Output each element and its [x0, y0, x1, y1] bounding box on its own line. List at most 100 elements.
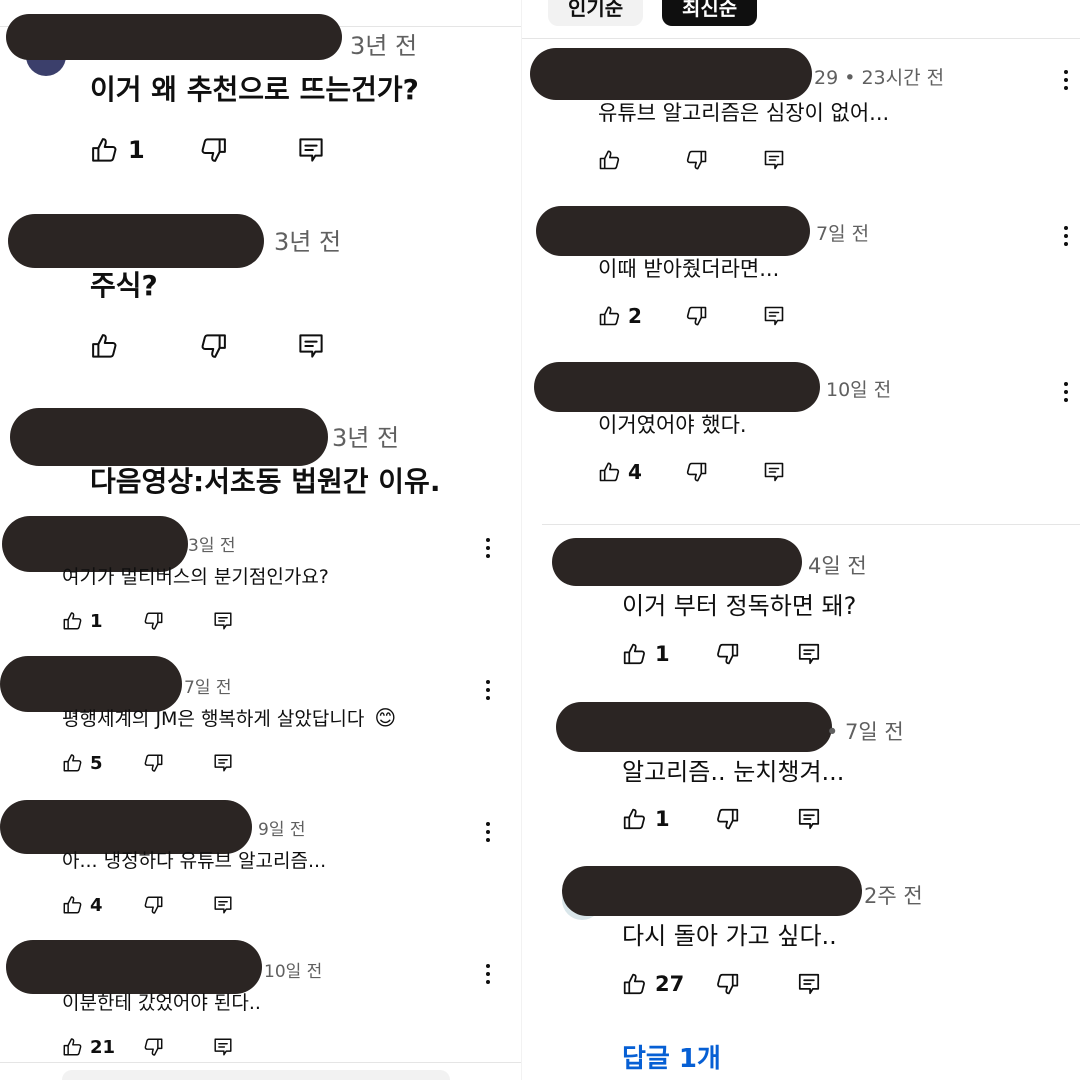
dislike-button[interactable]	[684, 304, 708, 328]
like-button[interactable]: 27	[622, 971, 684, 997]
reply-button[interactable]	[212, 610, 234, 632]
like-button[interactable]: 21	[62, 1036, 115, 1058]
comment-timestamp: 9일 전	[258, 820, 306, 840]
like-button[interactable]	[90, 331, 128, 361]
like-button[interactable]: 1	[622, 641, 670, 667]
redacted-username	[534, 362, 820, 412]
reply-icon	[762, 148, 786, 172]
thumbs-down-icon	[714, 641, 740, 667]
like-button[interactable]: 1	[62, 610, 103, 632]
sort-chip-newest[interactable]: 최신순	[662, 0, 758, 26]
dislike-button[interactable]	[142, 610, 164, 632]
comment-timestamp: 3년 전	[274, 228, 342, 256]
reply-icon	[796, 806, 822, 832]
reply-button[interactable]	[796, 641, 822, 667]
comment-text: 평행세계의 JM은 행복하게 살았답니다 😊	[62, 704, 396, 731]
reply-button[interactable]	[762, 148, 786, 172]
thumbs-up-icon	[62, 1036, 84, 1058]
like-button[interactable]	[598, 148, 628, 172]
more-options-button[interactable]	[476, 680, 500, 700]
dislike-button[interactable]	[714, 971, 740, 997]
comment-timestamp: 4일 전	[808, 554, 867, 578]
comment-timestamp: 10일 전	[264, 962, 323, 982]
comment-text: 주식?	[90, 269, 158, 302]
dislike-button[interactable]	[684, 148, 708, 172]
more-options-button[interactable]	[1054, 70, 1078, 90]
comment-text: 이분한테 갔었어야 된다..	[62, 992, 261, 1014]
divider	[542, 524, 1080, 525]
like-button[interactable]: 4	[62, 894, 103, 916]
comment-text: 이거 부터 정독하면 돼?	[622, 592, 857, 620]
comment-timestamp: 3년 전	[350, 32, 418, 60]
thumbs-down-icon	[198, 135, 228, 165]
thumbs-up-icon	[598, 460, 622, 484]
redacted-username	[556, 702, 832, 752]
like-count: 2	[628, 304, 642, 328]
dislike-button[interactable]	[142, 752, 164, 774]
divider	[0, 1062, 522, 1063]
thumbs-up-icon	[62, 894, 84, 916]
like-button[interactable]: 1	[622, 806, 670, 832]
left-comments-panel: 3년 전 이거 왜 추천으로 뜨는건가? 1 3년 전 주식? 3년 전 다음영…	[0, 0, 522, 1080]
reply-button[interactable]	[212, 894, 234, 916]
reply-button[interactable]	[762, 460, 786, 484]
thumbs-up-icon	[90, 135, 120, 165]
reply-button[interactable]	[296, 331, 326, 361]
comment-text: 다음영상:서초동 법원간 이유.	[90, 465, 441, 498]
thumbs-up-icon	[622, 806, 648, 832]
redacted-username	[8, 214, 264, 268]
comment-text: 다시 돌아 가고 싶다..	[622, 922, 837, 950]
more-options-button[interactable]	[476, 822, 500, 842]
dislike-button[interactable]	[714, 806, 740, 832]
like-count: 1	[128, 136, 145, 164]
reply-button[interactable]	[296, 135, 326, 165]
comment-text: 유튜브 알고리즘은 심장이 없어...	[598, 101, 890, 125]
sort-chip-popular[interactable]: 인기순	[548, 0, 644, 26]
reply-icon	[212, 894, 234, 916]
dislike-button[interactable]	[142, 1036, 164, 1058]
comment-text-body: 평행세계의 JM은 행복하게 살았답니다	[62, 708, 365, 730]
divider	[522, 38, 1080, 39]
redacted-username	[562, 866, 862, 916]
reply-button[interactable]	[212, 752, 234, 774]
thumbs-down-icon	[684, 460, 708, 484]
more-options-button[interactable]	[1054, 382, 1078, 402]
like-button[interactable]: 2	[598, 304, 642, 328]
like-button[interactable]: 4	[598, 460, 642, 484]
comment-text: 알고리즘.. 눈치챙겨...	[622, 758, 845, 786]
reply-button[interactable]	[212, 1036, 234, 1058]
comment-timestamp: 29 • 23시간 전	[814, 67, 945, 89]
like-button[interactable]: 1	[90, 135, 145, 165]
comment-text: 여기가 멀티버스의 분기점인가요?	[62, 566, 329, 588]
reply-icon	[212, 1036, 234, 1058]
reply-button[interactable]	[762, 304, 786, 328]
comment-text: 이때 받아줬더라면...	[598, 257, 780, 281]
thumbs-up-icon	[622, 971, 648, 997]
dislike-button[interactable]	[142, 894, 164, 916]
dislike-button[interactable]	[198, 331, 228, 361]
comment-timestamp: 3일 전	[188, 536, 236, 556]
like-button[interactable]: 5	[62, 752, 103, 774]
dislike-button[interactable]	[714, 641, 740, 667]
comment-text: 이거였어야 했다.	[598, 413, 747, 437]
thumbs-up-icon	[598, 148, 622, 172]
reply-button[interactable]	[796, 971, 822, 997]
view-replies-link[interactable]: 답글 1개	[622, 1038, 721, 1075]
dislike-button[interactable]	[684, 460, 708, 484]
reply-icon	[762, 304, 786, 328]
reply-button[interactable]	[796, 806, 822, 832]
more-options-button[interactable]	[476, 964, 500, 984]
comment-timestamp: • 7일 전	[826, 720, 904, 744]
like-count: 21	[90, 1036, 116, 1058]
thumbs-down-icon	[714, 806, 740, 832]
reply-input-bar[interactable]	[62, 1070, 450, 1080]
thumbs-down-icon	[142, 752, 164, 774]
thumbs-down-icon	[198, 331, 228, 361]
more-options-button[interactable]	[1054, 226, 1078, 246]
right-comments-panel: 인기순 최신순 29 • 23시간 전 유튜브 알고리즘은 심장이 없어... …	[522, 0, 1080, 1080]
thumbs-up-icon	[90, 331, 120, 361]
redacted-username	[6, 940, 262, 994]
dislike-button[interactable]	[198, 135, 228, 165]
comment-timestamp: 3년 전	[332, 424, 400, 452]
more-options-button[interactable]	[476, 538, 500, 558]
